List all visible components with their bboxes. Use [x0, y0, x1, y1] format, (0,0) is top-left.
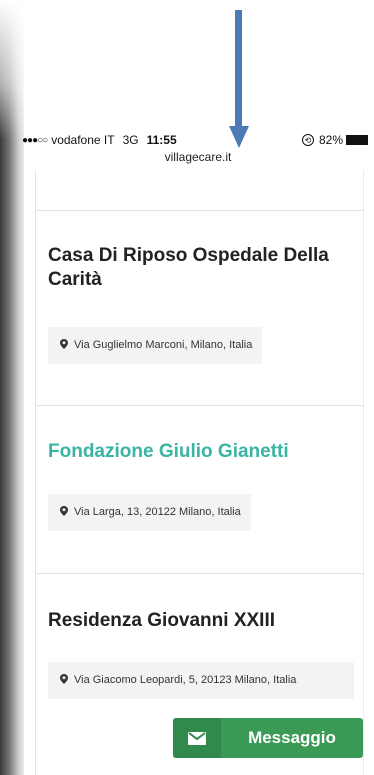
right-border	[363, 170, 364, 775]
network-type: 3G	[122, 133, 139, 147]
listing-title[interactable]: Residenza Giovanni XXIII	[48, 609, 348, 633]
carrier-name: vodafone IT	[51, 133, 115, 147]
address-text: Via Giacomo Leopardi, 5, 20123 Milano, I…	[74, 674, 297, 686]
message-button-label: Messaggio	[248, 728, 336, 747]
message-button[interactable]: Messaggio	[173, 718, 363, 758]
status-right: ⟲ 82%	[302, 133, 369, 147]
map-pin-icon	[60, 506, 68, 516]
address-text: Via Larga, 13, 20122 Milano, Italia	[74, 506, 241, 518]
battery-percent: 82%	[319, 133, 344, 147]
edge-fade	[0, 0, 24, 140]
listing-title[interactable]: Casa Di Riposo Ospedale Della Carità	[48, 244, 348, 292]
map-pin-icon	[60, 674, 68, 684]
divider	[35, 405, 363, 406]
left-border	[35, 170, 36, 775]
rotation-lock-icon: ⟲	[302, 134, 314, 146]
address-bar-url[interactable]: villagecare.it	[22, 150, 374, 164]
map-pin-icon	[60, 339, 68, 349]
listing-title-link[interactable]: Fondazione Giulio Gianetti	[48, 440, 348, 464]
listing-address: Via Guglielmo Marconi, Milano, Italia	[48, 327, 263, 364]
divider	[35, 573, 363, 574]
envelope-icon	[188, 731, 206, 745]
divider	[35, 210, 363, 211]
battery-icon	[346, 135, 369, 145]
listing-address: Via Larga, 13, 20122 Milano, Italia	[48, 494, 251, 531]
clock: 11:55	[146, 133, 177, 147]
listing-address: Via Giacomo Leopardi, 5, 20123 Milano, I…	[48, 662, 354, 699]
status-bar: ●●●○○ vodafone IT 3G 11:55 ⟲ 82%	[22, 130, 374, 150]
signal-strength-icon: ●●●○○	[22, 134, 48, 146]
envelope-icon-box	[173, 718, 221, 758]
address-text: Via Guglielmo Marconi, Milano, Italia	[74, 339, 253, 351]
annotation-arrow-shaft	[235, 10, 242, 128]
